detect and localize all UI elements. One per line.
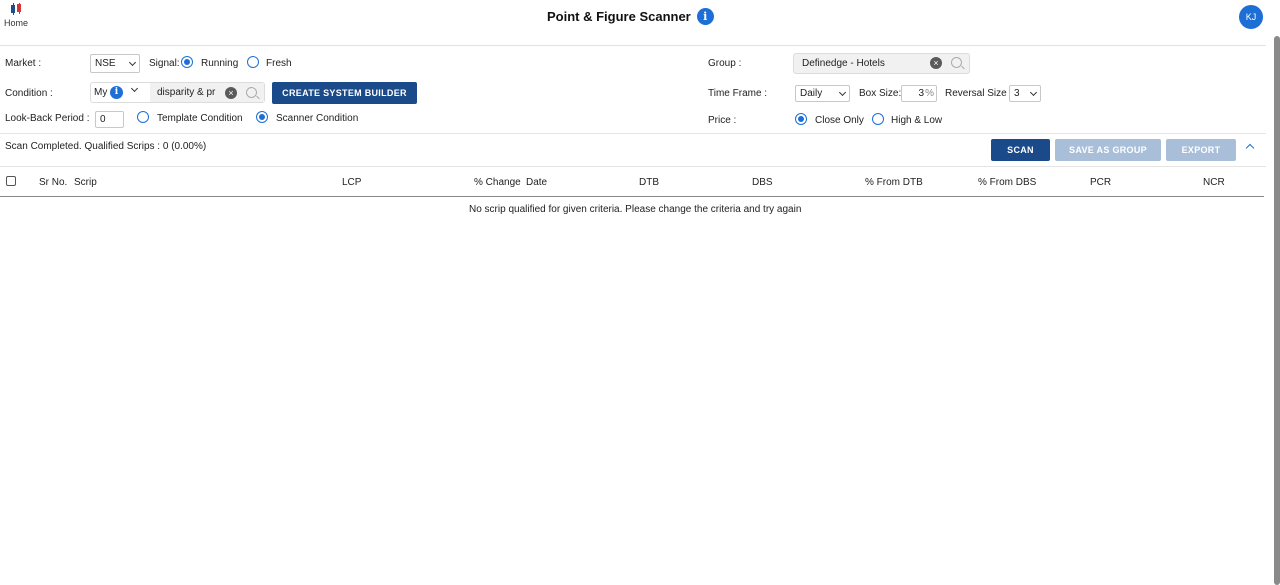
chevron-down-icon — [838, 88, 847, 96]
column-header[interactable]: % From DBS — [978, 177, 1036, 188]
timeframe-label: Time Frame : — [708, 88, 768, 99]
app-header: Home Point & Figure Scanner i KJ — [0, 0, 1280, 46]
price-highlow-label: High & Low — [891, 115, 943, 126]
condition-prefix: My — [94, 87, 108, 98]
condition-input[interactable]: My i disparity & pr × — [90, 82, 265, 103]
scrollbar[interactable] — [1274, 36, 1280, 585]
group-label: Group : — [708, 58, 742, 69]
condition-label: Condition : — [5, 88, 53, 99]
price-close-radio[interactable] — [795, 113, 807, 125]
column-header[interactable]: DBS — [752, 177, 773, 188]
price-close-label: Close Only — [815, 115, 864, 126]
create-system-builder-button[interactable]: CREATE SYSTEM BUILDER — [272, 82, 417, 104]
group-input[interactable]: Definedge - Hotels × — [793, 53, 970, 74]
divider — [0, 166, 1266, 167]
avatar[interactable]: KJ — [1239, 5, 1263, 29]
timeframe-value: Daily — [800, 88, 823, 99]
column-header[interactable]: PCR — [1090, 177, 1111, 188]
template-condition-label: Template Condition — [157, 113, 243, 124]
reversal-label: Reversal Size : — [945, 88, 1013, 99]
boxsize-label: Box Size: — [859, 88, 902, 99]
home-label: Home — [3, 18, 28, 28]
search-icon[interactable] — [951, 57, 962, 68]
divider — [0, 133, 1266, 134]
column-header[interactable]: DTB — [639, 177, 659, 188]
market-select[interactable]: NSE — [90, 54, 140, 73]
column-header[interactable]: Sr No. — [39, 177, 67, 188]
market-label: Market : — [5, 58, 42, 69]
percent-unit: % — [925, 88, 934, 99]
empty-state-message: No scrip qualified for given criteria. P… — [469, 204, 802, 215]
column-header[interactable]: LCP — [342, 177, 361, 188]
clear-icon[interactable]: × — [225, 87, 237, 99]
condition-info-icon[interactable]: i — [110, 86, 123, 99]
save-as-group-button[interactable]: SAVE AS GROUP — [1055, 139, 1161, 161]
chevron-down-icon — [1029, 88, 1038, 96]
page-title-wrap: Point & Figure Scanner i — [547, 8, 714, 25]
column-header[interactable]: % Change — [474, 177, 521, 188]
market-value: NSE — [95, 58, 116, 69]
scanner-condition-radio[interactable] — [256, 111, 268, 123]
scan-button[interactable]: SCAN — [991, 139, 1050, 161]
column-header[interactable]: Date — [526, 177, 547, 188]
info-icon[interactable]: i — [696, 8, 714, 25]
chevron-up-icon[interactable] — [1245, 143, 1255, 153]
search-icon[interactable] — [246, 87, 257, 98]
column-header[interactable]: % From DTB — [865, 177, 923, 188]
boxsize-value: 3 — [918, 88, 924, 99]
column-header[interactable]: NCR — [1203, 177, 1225, 188]
candlestick-icon — [9, 3, 23, 15]
page-title: Point & Figure Scanner — [547, 9, 691, 24]
chevron-down-icon — [128, 58, 137, 66]
scan-status: Scan Completed. Qualified Scrips : 0 (0.… — [5, 141, 207, 152]
scanner-condition-label: Scanner Condition — [276, 113, 359, 124]
export-button[interactable]: EXPORT — [1166, 139, 1236, 161]
clear-icon[interactable]: × — [930, 57, 942, 69]
home-button[interactable]: Home — [2, 3, 30, 28]
column-header[interactable]: Scrip — [74, 177, 97, 188]
results-table-header: Sr No. Scrip LCP % Change Date DTB DBS %… — [0, 168, 1264, 197]
lookback-label: Look-Back Period : — [5, 113, 90, 124]
lookback-input[interactable]: 0 — [95, 111, 124, 128]
group-value: Definedge - Hotels — [802, 58, 885, 69]
signal-fresh-label: Fresh — [266, 58, 292, 69]
price-label: Price : — [708, 115, 737, 126]
template-condition-radio[interactable] — [137, 111, 149, 123]
signal-fresh-radio[interactable] — [247, 56, 259, 68]
signal-running-radio[interactable] — [181, 56, 193, 68]
select-all-checkbox[interactable] — [6, 176, 16, 186]
reversal-select[interactable]: 3 — [1009, 85, 1041, 102]
price-highlow-radio[interactable] — [872, 113, 884, 125]
reversal-value: 3 — [1014, 88, 1020, 99]
chevron-down-icon[interactable] — [130, 84, 139, 93]
boxsize-input[interactable]: 3 % — [901, 85, 937, 102]
signal-running-label: Running — [201, 58, 239, 69]
timeframe-select[interactable]: Daily — [795, 85, 850, 102]
signal-label: Signal: — [149, 58, 180, 69]
